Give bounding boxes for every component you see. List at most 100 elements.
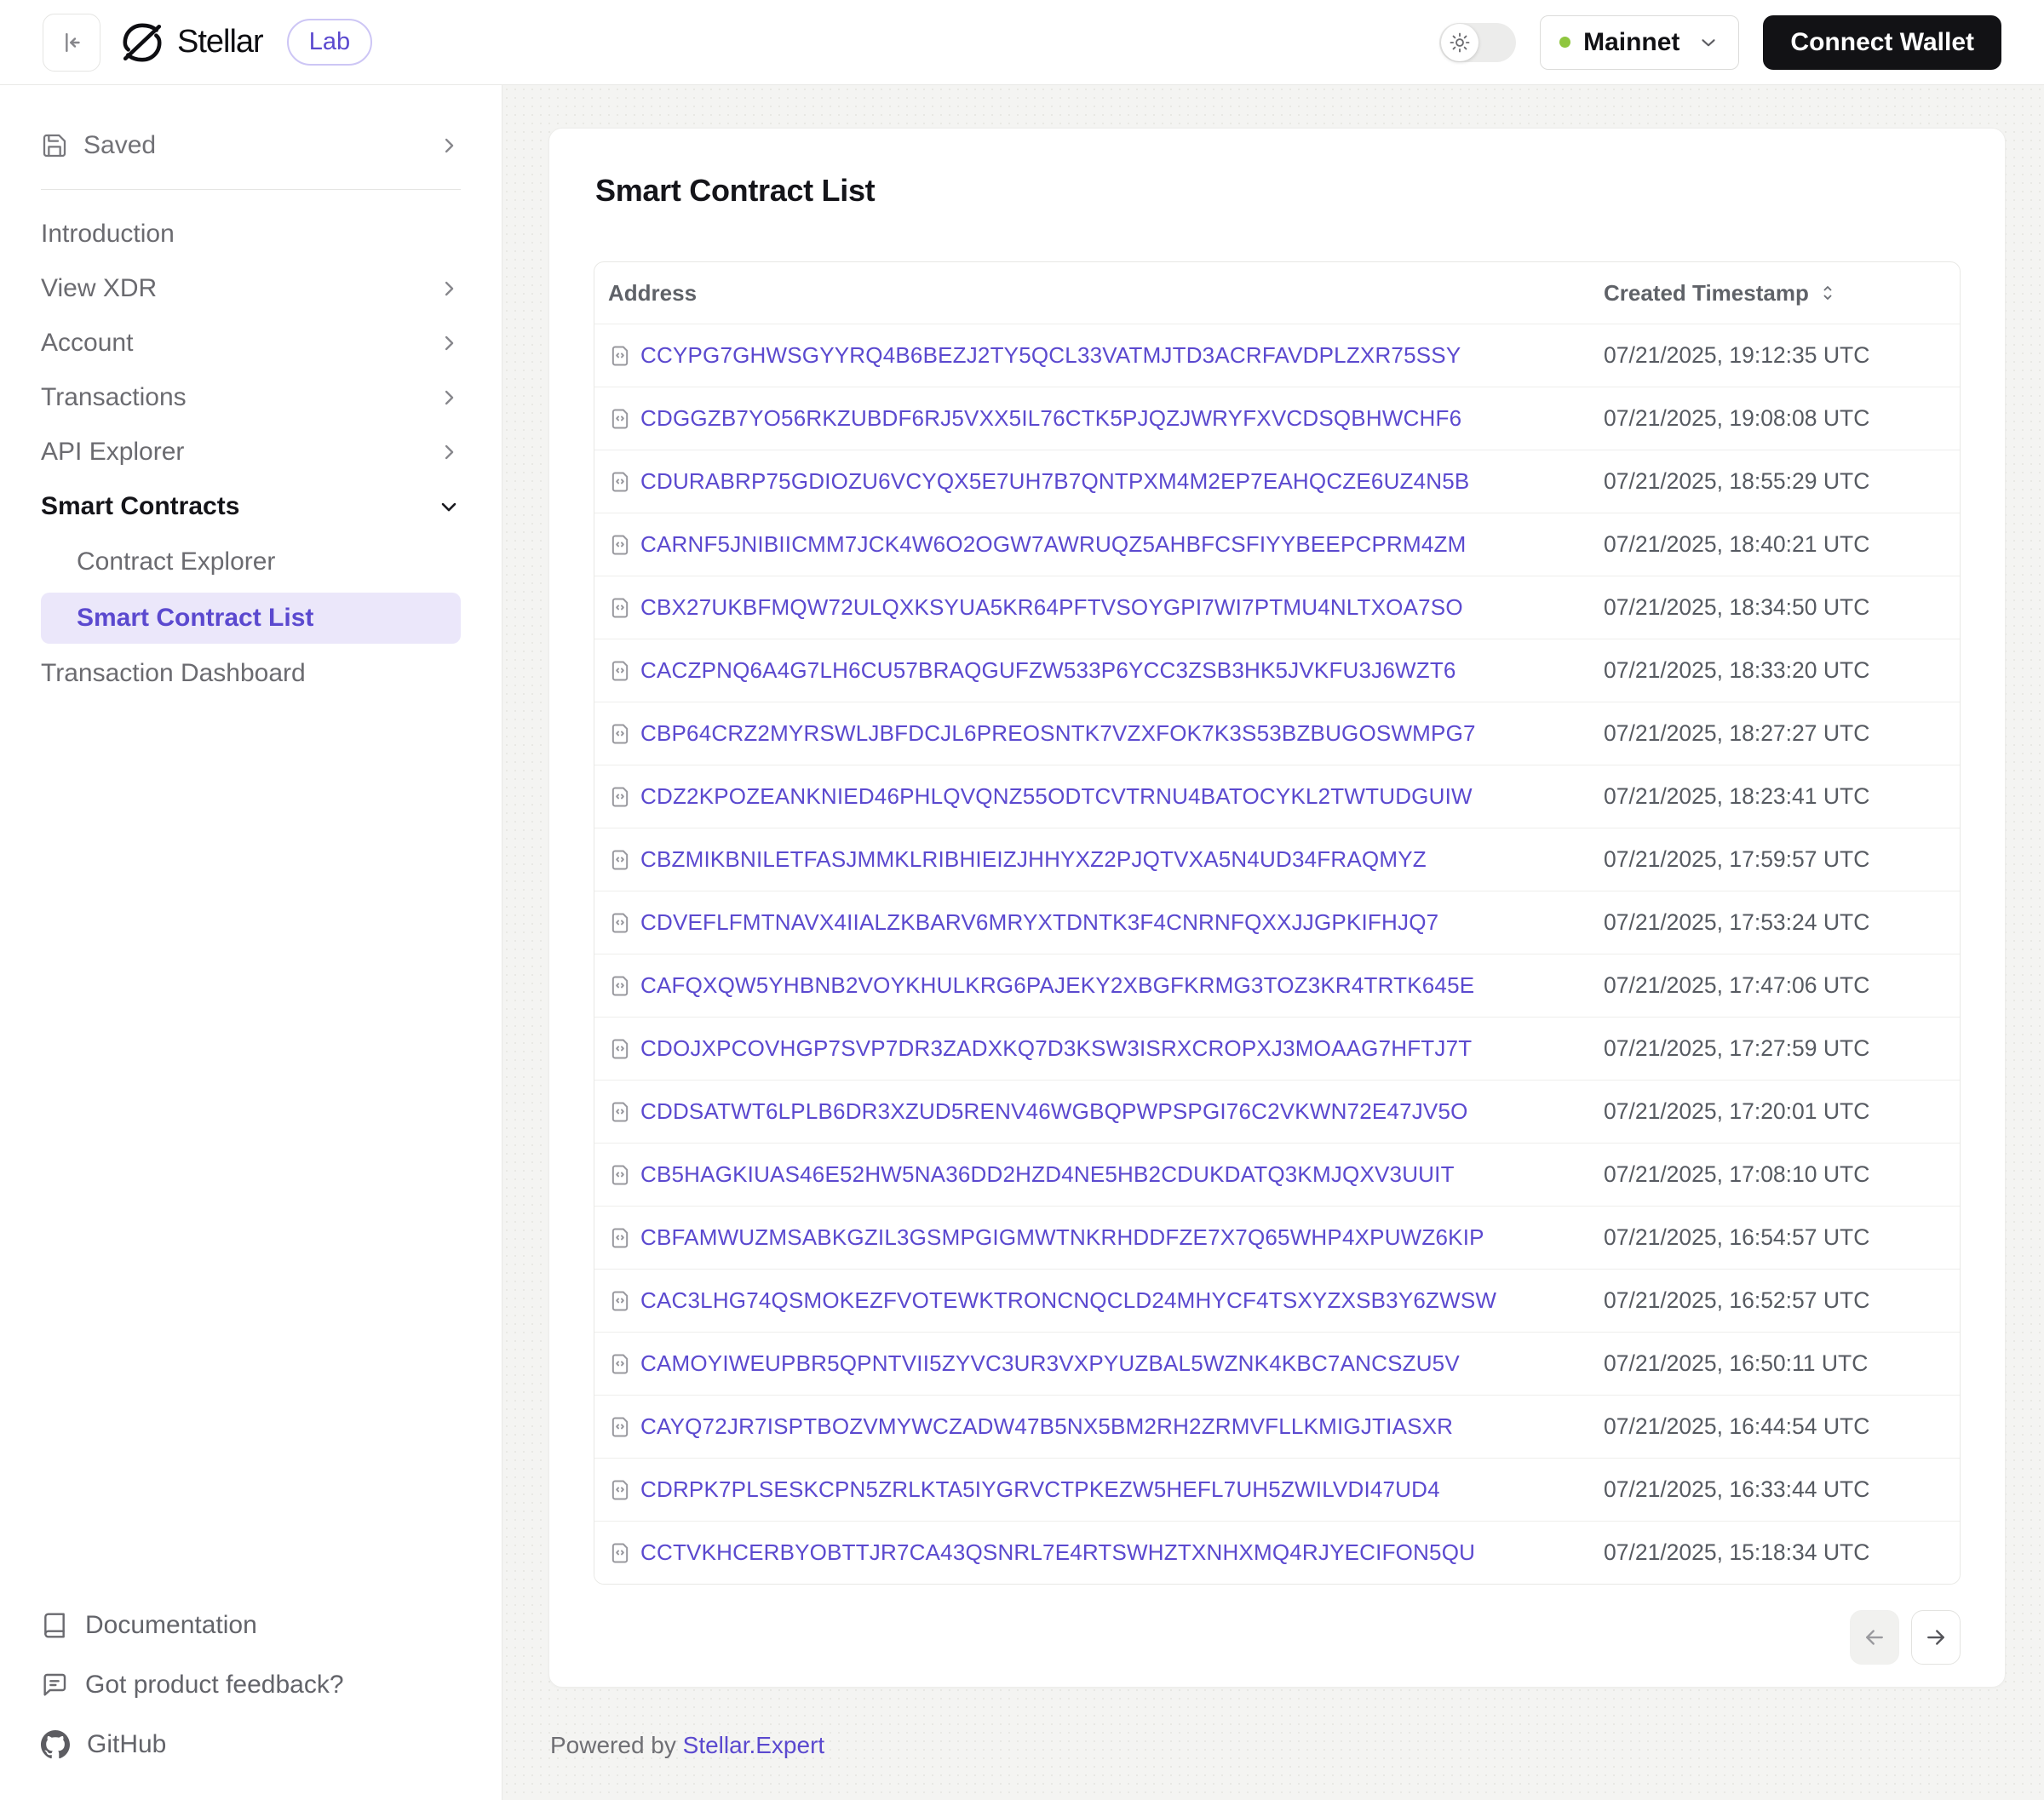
- contract-address-link[interactable]: CBFAMWUZMSABKGZIL3GSMPGIGMWTNKRHDDFZE7X7…: [640, 1224, 1484, 1251]
- contract-address-link[interactable]: CB5HAGKIUAS46E52HW5NA36DD2HZD4NE5HB2CDUK…: [640, 1161, 1455, 1188]
- created-timestamp-cell: 07/21/2025, 17:08:10 UTC: [1604, 1161, 1936, 1188]
- contract-address-link[interactable]: CBX27UKBFMQW72ULQXKSYUA5KR64PFTVSOYGPI7W…: [640, 594, 1463, 621]
- stellar-logo: [121, 21, 164, 64]
- contract-address-link[interactable]: CARNF5JNIBIICMM7JCK4W6O2OGW7AWRUQZ5AHBFC…: [640, 531, 1466, 558]
- created-timestamp-cell: 07/21/2025, 18:23:41 UTC: [1604, 783, 1936, 810]
- table-row: CDVEFLFMTNAVX4IIALZKBARV6MRYXTDNTK3F4CNR…: [594, 891, 1960, 954]
- collapse-sidebar-button[interactable]: [43, 14, 100, 72]
- network-selector[interactable]: Mainnet: [1540, 15, 1739, 70]
- sidebar-item-smart-contracts[interactable]: Smart Contracts: [0, 479, 502, 534]
- arrow-right-icon: [1923, 1625, 1949, 1650]
- contract-code-icon: [608, 974, 632, 998]
- contract-address-link[interactable]: CACZPNQ6A4G7LH6CU57BRAQGUFZW533P6YCC3ZSB…: [640, 657, 1456, 684]
- contract-address-link[interactable]: CDGGZB7YO56RKZUBDF6RJ5VXX5IL76CTK5PJQZJW…: [640, 405, 1461, 432]
- theme-toggle[interactable]: [1439, 23, 1516, 62]
- table-header-row: Address Created Timestamp: [594, 262, 1960, 324]
- created-timestamp-cell: 07/21/2025, 16:54:57 UTC: [1604, 1224, 1936, 1251]
- sort-updown-icon[interactable]: [1817, 283, 1838, 303]
- sidebar-item-api-explorer[interactable]: API Explorer: [0, 425, 502, 479]
- chevron-down-icon: [1697, 32, 1720, 54]
- main-content: Smart Contract List Address Created Time…: [502, 85, 2044, 1800]
- sidebar-item-account[interactable]: Account: [0, 316, 502, 370]
- created-timestamp-cell: 07/21/2025, 18:55:29 UTC: [1604, 468, 1936, 495]
- table-row: CDURABRP75GDIOZU6VCYQX5E7UH7B7QNTPXM4M2E…: [594, 450, 1960, 513]
- column-header-created-timestamp: Created Timestamp: [1604, 280, 1936, 307]
- created-timestamp-cell: 07/21/2025, 17:59:57 UTC: [1604, 846, 1936, 873]
- sidebar-bottom-links: Documentation Got product feedback? GitH…: [0, 1596, 502, 1774]
- sidebar-item-label: Introduction: [41, 220, 175, 249]
- contract-address-link[interactable]: CAFQXQW5YHBNB2VOYKHULKRG6PAJEKY2XBGFKRMG…: [640, 972, 1474, 999]
- created-timestamp-cell: 07/21/2025, 18:27:27 UTC: [1604, 720, 1936, 747]
- table-row: CBFAMWUZMSABKGZIL3GSMPGIGMWTNKRHDDFZE7X7…: [594, 1206, 1960, 1269]
- contract-address-link[interactable]: CDOJXPCOVHGP7SVP7DR3ZADXKQ7D3KSW3ISRXCRO…: [640, 1035, 1472, 1062]
- contract-code-icon: [608, 848, 632, 872]
- chevron-right-icon: [437, 331, 461, 355]
- contract-address-link[interactable]: CCYPG7GHWSGYYRQ4B6BEZJ2TY5QCL33VATMJTD3A…: [640, 342, 1461, 369]
- sidebar-divider: [41, 189, 461, 190]
- powered-by-footer: Powered by Stellar.Expert: [550, 1732, 2006, 1759]
- sidebar-item-introduction[interactable]: Introduction: [0, 207, 502, 261]
- contract-address-link[interactable]: CDURABRP75GDIOZU6VCYQX5E7UH7B7QNTPXM4M2E…: [640, 468, 1469, 495]
- column-header-address: Address: [608, 280, 1604, 307]
- pagination: [594, 1610, 1961, 1665]
- contract-address-link[interactable]: CAYQ72JR7ISPTBOZVMYWCZADW47B5NX5BM2RH2ZR…: [640, 1413, 1453, 1440]
- chevron-right-icon: [437, 440, 461, 464]
- contract-address-link[interactable]: CAC3LHG74QSMOKEZFVOTEWKTRONCNQCLD24MHYCF…: [640, 1287, 1496, 1314]
- sidebar-item-saved[interactable]: Saved: [0, 116, 502, 175]
- feedback-link[interactable]: Got product feedback?: [41, 1655, 461, 1715]
- contract-code-icon: [608, 1352, 632, 1376]
- header-actions: Mainnet Connect Wallet: [1439, 15, 2001, 70]
- contract-code-icon: [608, 1226, 632, 1250]
- contract-address-link[interactable]: CCTVKHCERBYOBTTJR7CA43QSNRL7E4RTSWHZTXNH…: [640, 1539, 1475, 1566]
- sidebar-item-label: Smart Contract List: [77, 604, 313, 633]
- sidebar-item-contract-explorer[interactable]: Contract Explorer: [41, 536, 461, 588]
- sun-icon: [1448, 31, 1472, 54]
- contract-address-link[interactable]: CAMOYIWEUPBR5QPNTVII5ZYVC3UR3VXPYUZBAL5W…: [640, 1350, 1460, 1377]
- created-timestamp-cell: 07/21/2025, 17:20:01 UTC: [1604, 1098, 1936, 1125]
- sidebar-item-label: Account: [41, 329, 133, 358]
- brand[interactable]: Stellar Lab: [121, 19, 372, 66]
- contract-code-icon: [608, 1100, 632, 1124]
- sidebar-item-transactions[interactable]: Transactions: [0, 370, 502, 425]
- contract-address-link[interactable]: CDRPK7PLSESKCPN5ZRLKTA5IYGRVCTPKEZW5HEFL…: [640, 1476, 1440, 1503]
- sidebar-item-label: View XDR: [41, 274, 157, 303]
- lab-badge: Lab: [287, 19, 372, 66]
- created-timestamp-cell: 07/21/2025, 18:34:50 UTC: [1604, 594, 1936, 621]
- created-timestamp-cell: 07/21/2025, 18:40:21 UTC: [1604, 531, 1936, 558]
- next-page-button[interactable]: [1911, 1610, 1961, 1665]
- created-timestamp-cell: 07/21/2025, 16:44:54 UTC: [1604, 1413, 1936, 1440]
- connect-wallet-button[interactable]: Connect Wallet: [1763, 15, 2001, 70]
- stellar-lab-app: Stellar Lab Mainnet Connect Wallet: [0, 0, 2044, 1800]
- chevron-right-icon: [437, 277, 461, 301]
- stellar-expert-link[interactable]: Stellar.Expert: [683, 1732, 825, 1758]
- table-row: CDGGZB7YO56RKZUBDF6RJ5VXX5IL76CTK5PJQZJW…: [594, 387, 1960, 450]
- table-row: CDOJXPCOVHGP7SVP7DR3ZADXKQ7D3KSW3ISRXCRO…: [594, 1017, 1960, 1080]
- save-icon: [41, 132, 68, 159]
- contracts-table: Address Created Timestamp: [594, 261, 1961, 1585]
- sidebar-item-view-xdr[interactable]: View XDR: [0, 261, 502, 316]
- created-timestamp-cell: 07/21/2025, 19:08:08 UTC: [1604, 405, 1936, 432]
- contract-address-link[interactable]: CDZ2KPOZEANKNIED46PHLQVQNZ55ODTCVTRNU4BA…: [640, 783, 1473, 810]
- table-row: CAFQXQW5YHBNB2VOYKHULKRG6PAJEKY2XBGFKRMG…: [594, 954, 1960, 1017]
- previous-page-button[interactable]: [1850, 1610, 1899, 1665]
- contract-code-icon: [608, 785, 632, 809]
- contract-address-link[interactable]: CBZMIKBNILETFASJMMKLRIBHIEIZJHHYXZ2PJQTV…: [640, 846, 1427, 873]
- contract-code-icon: [608, 1289, 632, 1313]
- theme-toggle-thumb: [1441, 24, 1478, 61]
- contract-address-link[interactable]: CDVEFLFMTNAVX4IIALZKBARV6MRYXTDNTK3F4CNR…: [640, 909, 1438, 936]
- sidebar-item-smart-contract-list[interactable]: Smart Contract List: [41, 593, 461, 644]
- contract-code-icon: [608, 1037, 632, 1061]
- contract-address-link[interactable]: CDDSATWT6LPLB6DR3XZUD5RENV46WGBQPWPSPGI7…: [640, 1098, 1468, 1125]
- github-link[interactable]: GitHub: [41, 1715, 461, 1774]
- contract-address-link[interactable]: CBP64CRZ2MYRSWLJBFDCJL6PREOSNTK7VZXFOK7K…: [640, 720, 1476, 747]
- network-status-dot: [1559, 37, 1570, 48]
- contract-code-icon: [608, 533, 632, 557]
- sidebar-item-label: Transaction Dashboard: [41, 659, 306, 688]
- created-timestamp-cell: 07/21/2025, 19:12:35 UTC: [1604, 342, 1936, 369]
- bottom-link-label: GitHub: [87, 1730, 166, 1759]
- sidebar-item-transaction-dashboard[interactable]: Transaction Dashboard: [0, 646, 502, 701]
- bottom-link-label: Documentation: [85, 1611, 257, 1640]
- table-row: CBX27UKBFMQW72ULQXKSYUA5KR64PFTVSOYGPI7W…: [594, 576, 1960, 639]
- contract-code-icon: [608, 659, 632, 683]
- documentation-link[interactable]: Documentation: [41, 1596, 461, 1655]
